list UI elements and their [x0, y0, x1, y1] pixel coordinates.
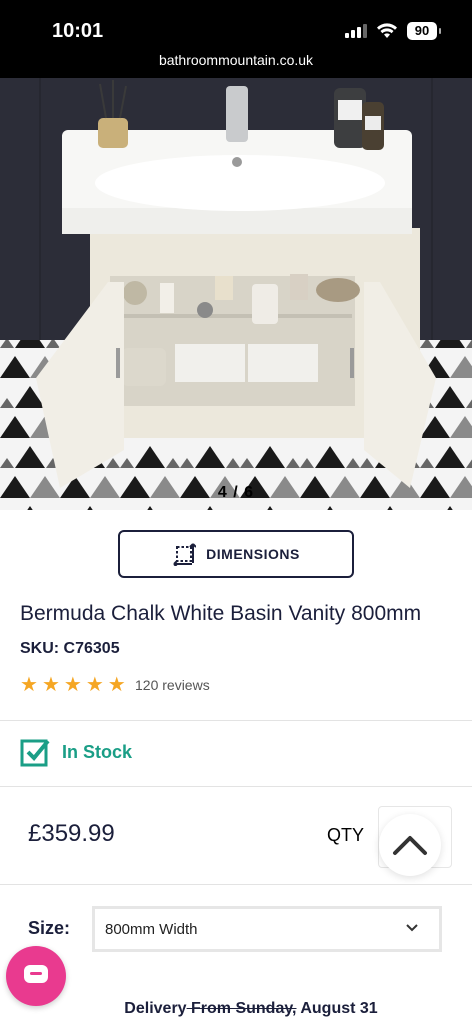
delivery-info: Delivery From Sunday, August 31 [0, 1000, 472, 1018]
star-icon: ★ [63, 674, 82, 696]
reviews-link[interactable]: 120 reviews [135, 677, 210, 693]
star-icon: ★ [20, 674, 38, 696]
chevron-up-icon [393, 836, 427, 855]
star-icon: ★ [107, 674, 126, 696]
product-title: Bermuda Chalk White Basin Vanity 800mm [20, 602, 422, 625]
checkbox-check-icon [20, 739, 50, 767]
dimensions-button[interactable]: DIMENSIONS [118, 530, 354, 578]
size-select[interactable]: 800mm Width [92, 906, 442, 952]
divider [0, 884, 472, 885]
back-to-top-button[interactable] [379, 814, 441, 876]
divider [0, 786, 472, 787]
cellular-signal-icon [345, 24, 367, 38]
vanity-photo [0, 78, 472, 510]
chevron-down-icon [406, 924, 418, 932]
star-icon: ★ [85, 674, 104, 696]
wifi-icon [377, 23, 397, 38]
star-rating[interactable]: ★ ★ ★ ★ ★ [20, 675, 126, 695]
product-sku: SKU: C76305 [20, 640, 120, 657]
size-label: Size: [28, 918, 71, 938]
star-icon: ★ [41, 674, 60, 696]
size-selected-value: 800mm Width [105, 920, 198, 938]
delivery-suffix: August 31 [296, 1000, 378, 1017]
battery-indicator: 90 [407, 22, 441, 40]
qty-label: QTY [327, 825, 365, 845]
delivery-struck: From Sunday, [186, 1000, 297, 1017]
dimensions-icon [173, 543, 197, 566]
product-image[interactable] [0, 78, 472, 510]
chat-button[interactable] [6, 946, 66, 1006]
browser-url[interactable]: bathroommountain.co.uk [0, 50, 472, 78]
delivery-prefix: Delivery [124, 1000, 187, 1017]
status-bar: 10:01 90 [0, 0, 472, 50]
stock-status: In Stock [20, 737, 132, 767]
gallery-counter: 4 / 6 [217, 484, 255, 501]
dimensions-label: DIMENSIONS [206, 546, 300, 562]
chat-icon [24, 965, 48, 983]
stock-label: In Stock [62, 741, 133, 762]
product-price: £359.99 [28, 820, 115, 847]
status-time: 10:01 [52, 20, 104, 42]
divider [0, 720, 472, 721]
